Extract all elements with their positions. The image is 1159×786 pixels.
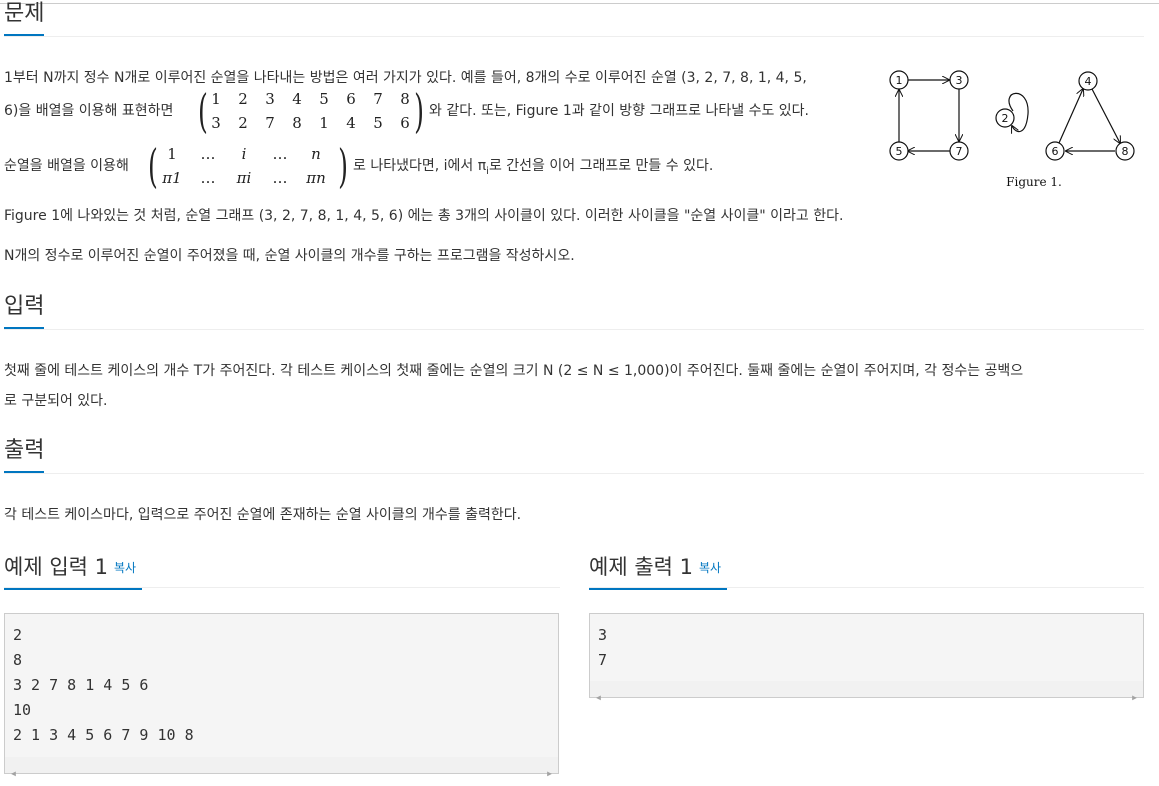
- problem-heading: 문제: [4, 0, 45, 36]
- copy-sample-output-button[interactable]: 복사: [699, 561, 721, 575]
- sample-output-heading: 예제 출력 1 복사: [589, 553, 727, 590]
- matrix-cell: n: [311, 145, 321, 163]
- divider: [4, 587, 560, 588]
- divider: [589, 587, 1144, 588]
- matrix-cell: 5: [373, 114, 383, 132]
- right-paren: ): [338, 139, 348, 193]
- matrix-cell: π1: [162, 169, 182, 187]
- matrix-cell: …: [200, 145, 216, 163]
- horizontal-scrollbar[interactable]: ◀ ▶: [590, 681, 1143, 702]
- left-paren: (: [148, 139, 158, 193]
- input-heading: 입력: [4, 293, 45, 329]
- matrix-cell: …: [200, 169, 216, 187]
- matrix-cell: i: [241, 145, 247, 163]
- horizontal-scrollbar[interactable]: ◀ ▶: [5, 757, 558, 778]
- matrix-cell: 6: [346, 90, 356, 108]
- matrix-cell: 6: [400, 114, 410, 132]
- problem-line3-post: 로 나타냈다면, i에서 πi로 간선을 이어 그래프로 만들 수 있다.: [353, 156, 713, 182]
- node-label: 8: [1122, 145, 1129, 158]
- node-label: 5: [896, 145, 903, 158]
- permutation-graph-figure: 1 3 5 7 2 4 6 8 Figure 1.: [889, 70, 1135, 189]
- divider: [4, 473, 1144, 474]
- matrix-cell: 1: [211, 90, 221, 108]
- node-label: 7: [956, 145, 963, 158]
- copy-sample-input-button[interactable]: 복사: [114, 561, 136, 575]
- heading-underline: [589, 588, 727, 590]
- line3-text-a: 로 나타냈다면, i에서 π: [353, 158, 487, 174]
- matrix-cell: 3: [211, 114, 221, 132]
- scroll-left-arrow-icon[interactable]: ◀: [11, 761, 16, 786]
- input-line1: 첫째 줄에 테스트 케이스의 개수 T가 주어진다. 각 테스트 케이스의 첫째…: [4, 363, 1024, 379]
- matrix-cell: 4: [346, 114, 356, 132]
- matrix-cell: …: [272, 169, 288, 187]
- permutation-matrix: ( ) 1234567832781456: [198, 84, 424, 138]
- sample-input-heading: 예제 입력 1 복사: [4, 553, 142, 590]
- problem-line2-post: 와 같다. 또는, Figure 1과 같이 방향 그래프로 나타낼 수도 있다…: [429, 103, 809, 119]
- sample-input-text: 2 8 3 2 7 8 1 4 5 6 10 2 1 3 4 5 6 7 9 1…: [13, 626, 194, 744]
- general-permutation-matrix: ( ) 1 … i … n π1 … πi … πn: [148, 139, 348, 193]
- matrix-cell: 2: [238, 90, 248, 108]
- divider: [4, 329, 1144, 330]
- problem-line3-pre: 순열을 배열을 이용해: [4, 158, 129, 174]
- node-label: 3: [956, 74, 963, 87]
- problem-line5: N개의 정수로 이루어진 순열이 주어졌을 때, 순열 사이클의 개수를 구하는…: [4, 248, 575, 264]
- matrix-cell: 4: [292, 90, 302, 108]
- output-heading-text: 출력: [4, 438, 45, 463]
- sample-input-box[interactable]: 2 8 3 2 7 8 1 4 5 6 10 2 1 3 4 5 6 7 9 1…: [4, 613, 559, 778]
- edge-6-4: [1058, 89, 1083, 144]
- scroll-right-arrow-icon[interactable]: ▶: [547, 761, 552, 786]
- problem-heading-text: 문제: [4, 1, 45, 26]
- input-heading-text: 입력: [4, 294, 45, 319]
- problem-line1: 1부터 N까지 정수 N개로 이루어진 순열을 나타내는 방법은 여러 가지가 …: [4, 70, 807, 86]
- problem-line4: Figure 1에 나와있는 것 처럼, 순열 그래프 (3, 2, 7, 8,…: [4, 208, 844, 224]
- matrix-cell: 2: [238, 114, 248, 132]
- matrix-cell: πi: [236, 169, 252, 187]
- figure-caption: Figure 1.: [1006, 175, 1062, 189]
- line3-text-b: 로 간선을 이어 그래프로 만들 수 있다.: [488, 158, 714, 174]
- node-label: 1: [896, 74, 903, 87]
- matrix-cell: 1: [319, 114, 329, 132]
- node-label: 6: [1052, 145, 1059, 158]
- top-border: [0, 3, 1159, 4]
- sample-output-text: 3 7: [598, 626, 608, 669]
- input-line2: 로 구분되어 있다.: [4, 393, 108, 409]
- matrix-cell: 8: [292, 114, 302, 132]
- matrix-cell: 7: [265, 114, 275, 132]
- scroll-left-arrow-icon[interactable]: ◀: [596, 685, 601, 710]
- sample-output-box[interactable]: 3 7 ◀ ▶: [589, 613, 1144, 702]
- node-label: 2: [1002, 112, 1009, 125]
- output-line1: 각 테스트 케이스마다, 입력으로 주어진 순열에 존재하는 순열 사이클의 개…: [4, 507, 522, 523]
- scroll-right-arrow-icon[interactable]: ▶: [1132, 685, 1137, 710]
- problem-line2-pre: 6)을 배열을 이용해 표현하면: [4, 103, 174, 119]
- sample-input-heading-text: 예제 입력 1: [4, 555, 108, 579]
- output-heading: 출력: [4, 437, 45, 473]
- matrix-cell: 7: [373, 90, 383, 108]
- divider: [4, 36, 1144, 37]
- matrix-cell: 3: [265, 90, 275, 108]
- heading-underline: [4, 588, 142, 590]
- matrix-cell: …: [272, 145, 288, 163]
- matrix-cell: 8: [400, 90, 410, 108]
- sample-output-heading-text: 예제 출력 1: [589, 555, 693, 579]
- matrix-cell: 1: [167, 145, 177, 163]
- edge-4-8: [1091, 88, 1120, 143]
- matrix-cell: 5: [319, 90, 329, 108]
- matrix-cell: πn: [306, 169, 326, 187]
- node-label: 4: [1085, 75, 1092, 88]
